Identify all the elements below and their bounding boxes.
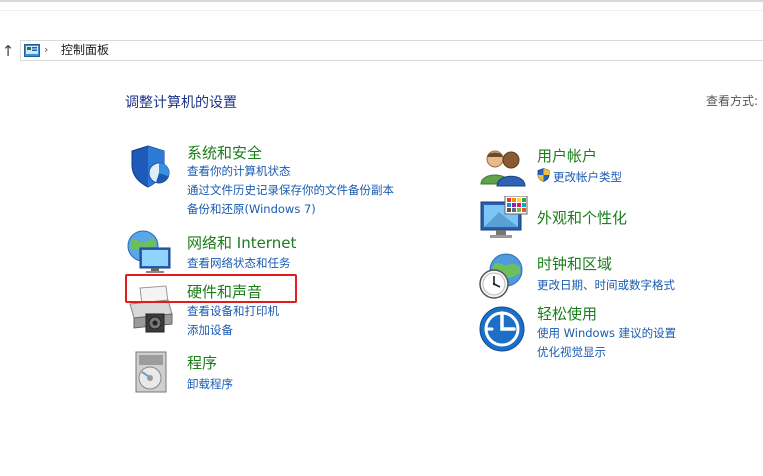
ease-of-access-icon[interactable]: [479, 306, 525, 352]
link-change-date-time-format[interactable]: 更改日期、时间或数字格式: [537, 277, 675, 293]
link-network-status[interactable]: 查看网络状态和任务: [187, 255, 291, 271]
link-add-device[interactable]: 添加设备: [187, 322, 233, 338]
clock-globe-icon[interactable]: [478, 252, 526, 300]
link-uninstall-program[interactable]: 卸载程序: [187, 376, 233, 392]
category-title-network[interactable]: 网络和 Internet: [187, 232, 296, 253]
control-panel-icon: [24, 44, 40, 57]
globe-network-icon[interactable]: [126, 228, 176, 274]
category-title-accounts[interactable]: 用户帐户: [537, 145, 597, 166]
shield-pie-icon[interactable]: [128, 143, 174, 189]
link-backup-restore[interactable]: 备份和还原(Windows 7): [187, 201, 316, 217]
link-devices-printers[interactable]: 查看设备和打印机: [187, 303, 279, 319]
category-title-security[interactable]: 系统和安全: [187, 142, 262, 163]
window-top-border: [0, 0, 763, 2]
link-view-computer-status[interactable]: 查看你的计算机状态: [187, 163, 291, 179]
link-optimize-visual-display[interactable]: 优化视觉显示: [537, 344, 606, 360]
up-arrow-icon[interactable]: ↑: [0, 40, 16, 62]
link-file-history[interactable]: 通过文件历史记录保存你的文件备份副本: [187, 182, 394, 198]
programs-disc-icon[interactable]: [132, 350, 172, 396]
toolbar-divider: [0, 10, 763, 11]
link-change-account-type[interactable]: 更改帐户类型: [553, 169, 622, 185]
category-title-programs[interactable]: 程序: [187, 352, 217, 373]
breadcrumb-control-panel[interactable]: 控制面板: [61, 41, 109, 59]
users-icon[interactable]: [480, 148, 526, 188]
view-by-dropdown[interactable]: 查看方式:: [706, 92, 758, 109]
uac-shield-icon: [537, 168, 550, 182]
page-title: 调整计算机的设置: [125, 95, 237, 111]
monitor-palette-icon[interactable]: [479, 196, 529, 242]
address-bar[interactable]: [20, 40, 763, 61]
link-windows-recommended-settings[interactable]: 使用 Windows 建议的设置: [537, 325, 676, 341]
category-title-appearance[interactable]: 外观和个性化: [537, 207, 627, 228]
category-title-clock[interactable]: 时钟和区域: [537, 253, 612, 274]
breadcrumb-separator: ›: [44, 43, 49, 56]
category-title-ease[interactable]: 轻松使用: [537, 303, 597, 324]
category-title-hardware[interactable]: 硬件和声音: [187, 281, 262, 302]
